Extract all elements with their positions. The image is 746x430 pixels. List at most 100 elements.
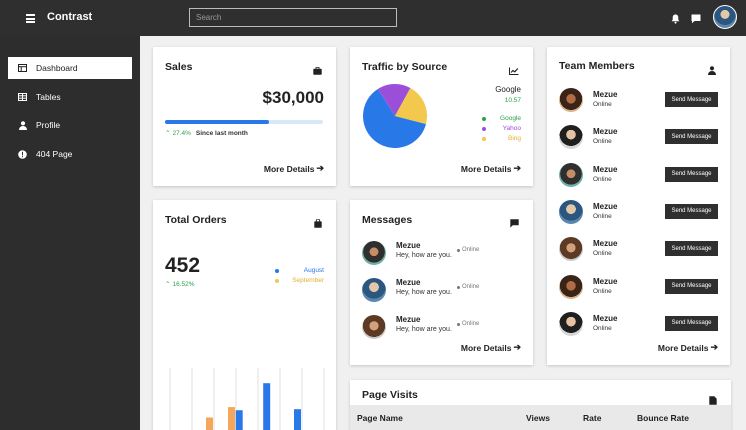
card-title: Messages [362,214,413,226]
shopping-bag-icon [314,215,322,233]
team-member-row: Mezue Online Send Message [559,125,719,150]
sidebar: Dashboard Tables Profile 404 Page [0,36,140,430]
more-details-label: More Details [460,163,512,174]
user-avatar[interactable] [713,5,737,29]
arrow-up-icon: ⌃ [165,130,171,137]
chat-icon[interactable] [691,11,701,29]
team-member-row: Mezue Online Send Message [559,199,719,224]
traffic-more-details-link[interactable]: More Details ➔ [461,163,521,174]
alert-icon [18,149,27,159]
arrow-right-icon: ➔ [710,342,718,352]
sidebar-item-404[interactable]: 404 Page [8,143,132,165]
sales-progress-bar [165,120,323,124]
send-message-button[interactable]: Send Message [665,203,718,219]
search-input[interactable] [189,8,397,27]
sales-growth: ⌃ 27.4% Since last month [165,129,248,138]
avatar [362,315,386,339]
member-status: Online [593,175,612,183]
legend-google: Google [482,115,521,122]
briefcase-icon [313,62,322,80]
sales-card: Sales $30,000 ⌃ 27.4% Since last month M… [153,47,336,186]
messages-card: Messages Mezue Hey, how are you. Online Mez… [350,200,533,365]
growth-value: 27.4% [172,129,191,137]
orders-bar-chart [169,368,325,430]
avatar [362,241,386,265]
member-name: Mezue [593,90,618,99]
traffic-pie-chart [363,84,427,148]
message-item[interactable]: Mezue Hey, how are you. Online [362,315,522,339]
arrow-right-icon: ➔ [513,342,521,352]
user-icon [18,120,27,130]
more-details-label: More Details [263,163,315,174]
menu-icon[interactable] [26,14,35,23]
message-preview: Hey, how are you. [396,252,452,259]
sidebar-item-label: Profile [36,120,61,130]
legend-yahoo: Yahoo [482,125,521,132]
orders-bar [235,410,243,430]
send-message-button[interactable]: Send Message [665,166,718,182]
send-message-button[interactable]: Send Message [665,315,718,331]
message-sender: Mezue [396,315,421,324]
growth-note: Since last month [195,129,248,137]
message-status: Online [457,321,479,327]
traffic-card: Traffic by Source Google 10.57 Google Ya… [350,47,533,186]
sidebar-item-tables[interactable]: Tables [8,86,132,108]
avatar [362,278,386,302]
message-status: Online [457,284,479,290]
send-message-button[interactable]: Send Message [665,129,718,145]
sidebar-item-dashboard[interactable]: Dashboard [8,57,132,79]
card-title: Sales [165,61,193,73]
card-title: Team Members [559,60,635,72]
member-status: Online [593,324,612,332]
member-status: Online [593,101,612,108]
message-icon [510,215,519,233]
orders-bar [206,417,213,430]
arrow-up-icon: ⌃ [165,281,171,288]
column-header: Page Name [357,413,403,423]
arrow-right-icon: ➔ [513,163,521,173]
message-status: Online [457,247,479,253]
message-preview: Hey, how are you. [396,289,452,296]
column-header: Views [526,413,550,423]
message-item[interactable]: Mezue Hey, how are you. Online [362,278,522,302]
traffic-top-label: Google [495,85,521,94]
avatar [559,125,583,150]
messages-more-details-link[interactable]: More Details ➔ [461,342,521,353]
team-member-row: Mezue Online Send Message [559,88,719,112]
member-name: Mezue [593,127,618,137]
avatar [559,199,583,224]
orders-growth: ⌃ 16.52% [165,280,195,289]
sidebar-item-label: 404 Page [36,149,73,159]
team-member-row: Mezue Online Send Message [559,274,719,299]
sidebar-item-profile[interactable]: Profile [8,114,132,136]
growth-value: 16.52% [172,280,195,288]
send-message-button[interactable]: Send Message [665,92,718,107]
more-details-label: More Details [657,342,709,353]
avatar [559,274,583,299]
app-title: Contrast [47,11,93,23]
member-status: Online [593,212,612,220]
table-icon [18,93,27,102]
member-name: Mezue [593,313,618,323]
team-members-card: Team Members Mezue Online Send Message Mezu… [547,47,730,365]
message-item[interactable]: Mezue Hey, how are you. Online [362,241,522,265]
orders-bar [263,383,271,430]
more-details-label: More Details [460,342,512,353]
sales-more-details-link[interactable]: More Details ➔ [264,163,324,174]
avatar [559,162,583,187]
legend-august: August [275,267,324,274]
column-header: Bounce Rate [637,413,689,423]
member-name: Mezue [593,276,618,286]
send-message-button[interactable]: Send Message [665,278,718,294]
team-more-details-link[interactable]: More Details ➔ [658,342,718,353]
arrow-right-icon: ➔ [316,163,324,173]
message-sender: Mezue [396,241,421,250]
send-message-button[interactable]: Send Message [665,241,718,257]
line-chart-icon [509,62,519,80]
avatar [559,311,583,336]
bell-icon[interactable] [671,11,680,29]
team-member-row: Mezue Online Send Message [559,311,719,336]
avatar [559,88,583,112]
card-title: Page Visits [362,389,418,401]
orders-bar [294,409,301,430]
